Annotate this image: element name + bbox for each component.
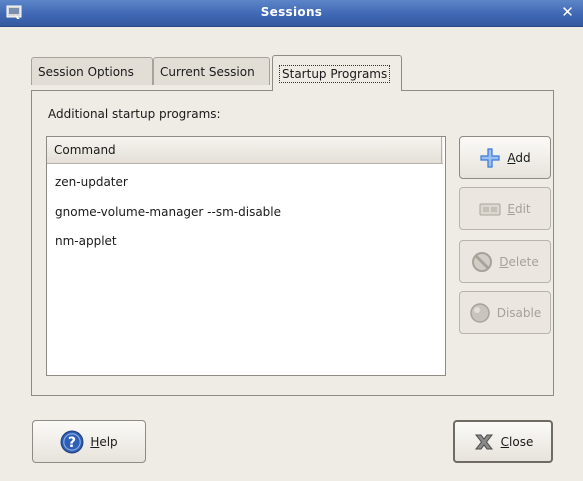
x-icon	[474, 434, 493, 449]
list-item[interactable]: nm-applet	[47, 227, 445, 256]
startup-programs-panel: Additional startup programs: Command zen…	[31, 90, 554, 396]
add-button[interactable]: Add	[459, 136, 551, 179]
disable-icon	[469, 302, 490, 323]
delete-button[interactable]: Delete	[459, 240, 551, 283]
edit-button[interactable]: Edit	[459, 187, 551, 230]
svg-text:?: ?	[68, 434, 76, 450]
title-bar[interactable]: Sessions ✕	[0, 0, 583, 27]
add-button-label: Add	[507, 150, 531, 165]
disable-button[interactable]: Disable	[459, 291, 551, 334]
sessions-window: Sessions ✕ Session Options Current Sessi…	[0, 0, 583, 481]
help-button-label: Help	[90, 434, 118, 449]
delete-icon	[472, 251, 493, 272]
tab-label: Session Options	[38, 65, 134, 79]
tab-startup-programs[interactable]: Startup Programs	[272, 55, 402, 91]
close-button[interactable]: Close	[453, 420, 553, 463]
help-button[interactable]: ? Help	[32, 420, 146, 463]
startup-programs-list[interactable]: Command zen-updater gnome-volume-manager…	[46, 136, 446, 376]
disable-button-label: Disable	[496, 305, 542, 320]
list-item[interactable]: zen-updater	[47, 168, 445, 197]
panel-label: Additional startup programs:	[48, 107, 221, 121]
tab-session-options[interactable]: Session Options	[31, 57, 153, 85]
edit-button-label: Edit	[507, 201, 531, 216]
list-header: Command	[47, 137, 443, 164]
help-icon: ?	[60, 430, 84, 453]
window-title: Sessions	[260, 5, 323, 19]
delete-button-label: Delete	[499, 254, 539, 269]
close-icon[interactable]: ✕	[560, 4, 575, 21]
tab-label: Current Session	[160, 65, 255, 79]
tab-label: Startup Programs	[279, 65, 391, 83]
tab-current-session[interactable]: Current Session	[153, 57, 270, 85]
list-item[interactable]: gnome-volume-manager --sm-disable	[47, 198, 445, 227]
column-header-command[interactable]: Command	[47, 137, 442, 163]
edit-icon	[479, 203, 501, 215]
plus-icon	[480, 147, 500, 168]
close-button-label: Close	[500, 434, 534, 449]
